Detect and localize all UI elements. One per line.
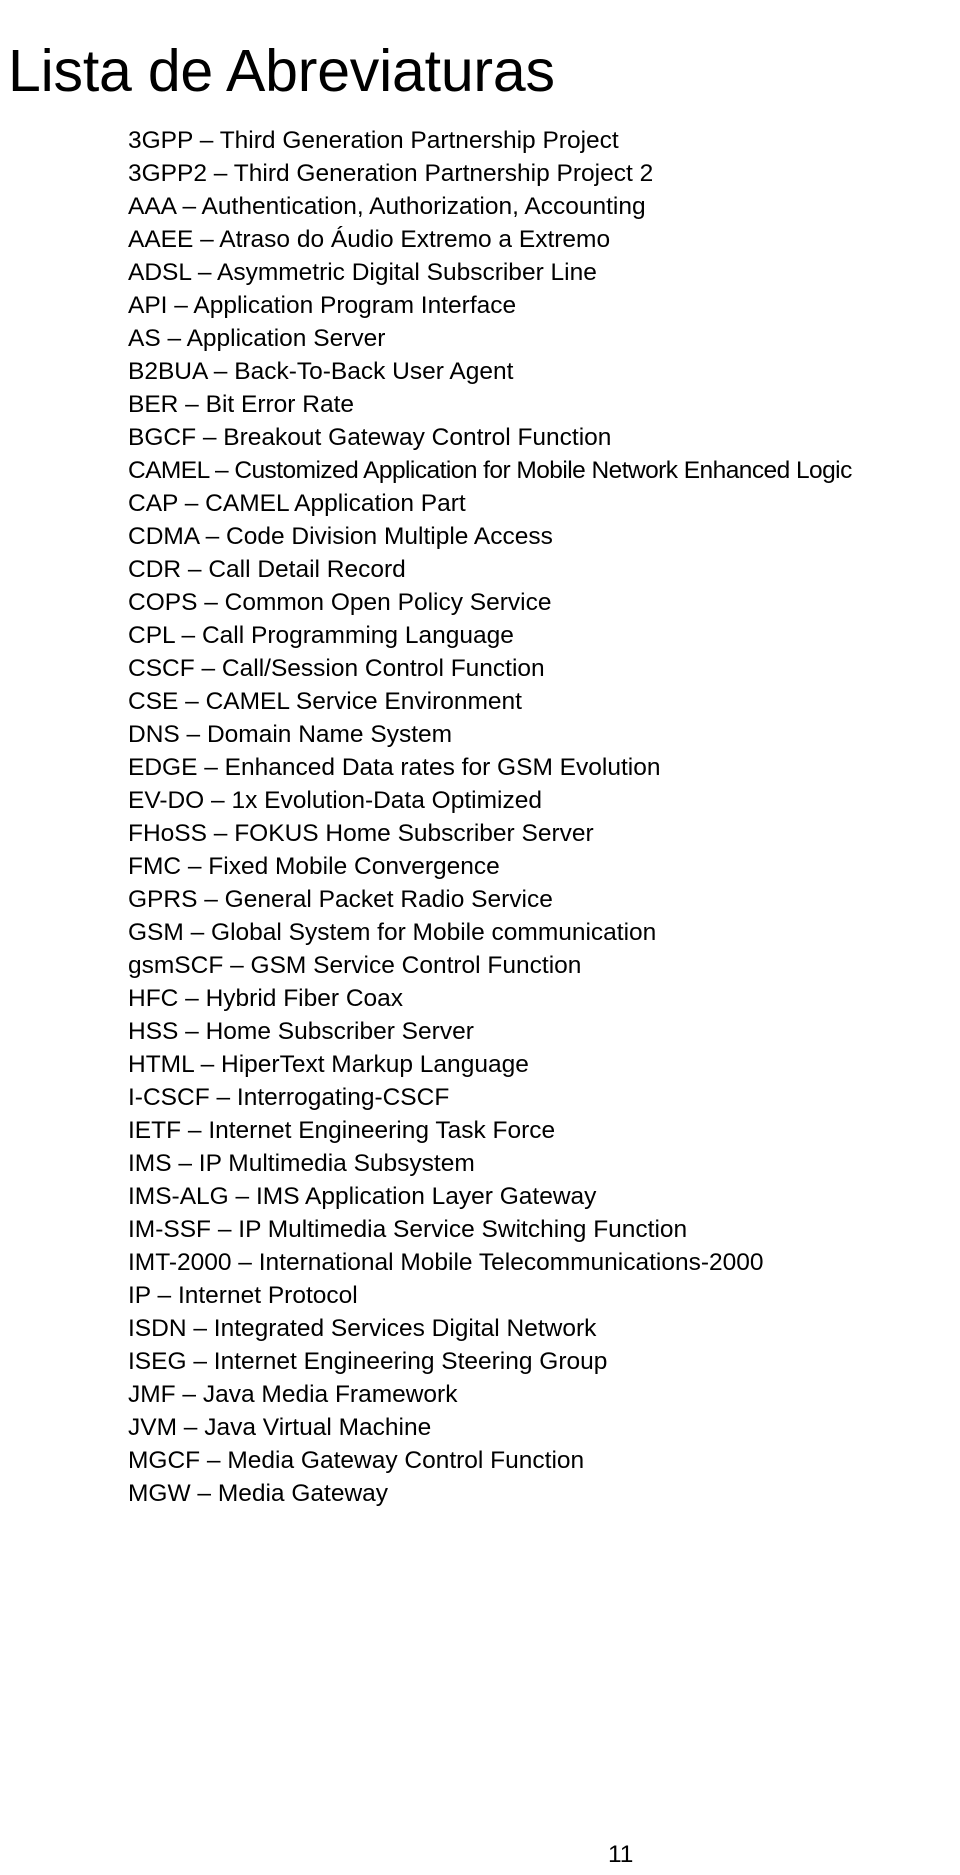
abbreviation-entry: JVM – Java Virtual Machine bbox=[128, 1414, 432, 1441]
abbreviation-entry: IMS-ALG – IMS Application Layer Gateway bbox=[128, 1183, 597, 1210]
abbreviation-entry: 3GPP2 – Third Generation Partnership Pro… bbox=[128, 160, 654, 187]
abbreviation-entry: FHoSS – FOKUS Home Subscriber Server bbox=[128, 820, 594, 847]
abbreviation-entry: ISDN – Integrated Services Digital Netwo… bbox=[128, 1315, 597, 1342]
abbreviation-entry: CDMA – Code Division Multiple Access bbox=[128, 523, 553, 550]
abbreviation-entry: HTML – HiperText Markup Language bbox=[128, 1051, 529, 1078]
abbreviation-entry: COPS – Common Open Policy Service bbox=[128, 589, 552, 616]
abbreviation-entry: CDR – Call Detail Record bbox=[128, 556, 406, 583]
abbreviation-entry: I-CSCF – Interrogating-CSCF bbox=[128, 1084, 450, 1111]
abbreviation-entry: AS – Application Server bbox=[128, 325, 386, 352]
abbreviation-entry: BER – Bit Error Rate bbox=[128, 391, 355, 418]
page-title: Lista de Abreviaturas bbox=[8, 37, 555, 104]
abbreviation-entry: GSM – Global System for Mobile communica… bbox=[128, 919, 657, 946]
abbreviation-entry: HSS – Home Subscriber Server bbox=[128, 1018, 474, 1045]
abbreviation-entry: AAA – Authentication, Authorization, Acc… bbox=[128, 193, 646, 220]
abbreviation-entry: GPRS – General Packet Radio Service bbox=[128, 886, 553, 913]
abbreviation-entry: AAEE – Atraso do Áudio Extremo a Extremo bbox=[128, 226, 611, 253]
abbreviation-entry: MGW – Media Gateway bbox=[128, 1480, 389, 1507]
abbreviation-entry: FMC – Fixed Mobile Convergence bbox=[128, 853, 500, 880]
abbreviation-entry: B2BUA – Back-To-Back User Agent bbox=[128, 358, 514, 385]
abbreviation-entry: EV-DO – 1x Evolution-Data Optimized bbox=[128, 787, 542, 814]
abbreviation-entry: JMF – Java Media Framework bbox=[128, 1381, 458, 1408]
abbreviation-entry: IP – Internet Protocol bbox=[128, 1282, 358, 1309]
abbreviation-entry: DNS – Domain Name System bbox=[128, 721, 453, 748]
abbreviation-entry: IM-SSF – IP Multimedia Service Switching… bbox=[128, 1216, 688, 1243]
abbreviation-list: 3GPP – Third Generation Partnership Proj… bbox=[128, 124, 918, 1510]
abbreviation-entry: CPL – Call Programming Language bbox=[128, 622, 514, 649]
abbreviation-entry: gsmSCF – GSM Service Control Function bbox=[128, 952, 582, 979]
abbreviation-entry: ISEG – Internet Engineering Steering Gro… bbox=[128, 1348, 608, 1375]
abbreviation-entry: ADSL – Asymmetric Digital Subscriber Lin… bbox=[128, 259, 597, 286]
abbreviation-entry: API – Application Program Interface bbox=[128, 292, 517, 319]
document-page: Lista de Abreviaturas 3GPP – Third Gener… bbox=[0, 0, 960, 1875]
abbreviation-entry: HFC – Hybrid Fiber Coax bbox=[128, 985, 404, 1012]
abbreviation-entry: CAMEL – Customized Application for Mobil… bbox=[128, 457, 852, 484]
abbreviation-entry: CSE – CAMEL Service Environment bbox=[128, 688, 522, 715]
abbreviation-entry: IMS – IP Multimedia Subsystem bbox=[128, 1150, 475, 1177]
page-number: 11 bbox=[608, 1841, 634, 1868]
abbreviation-entry: EDGE – Enhanced Data rates for GSM Evolu… bbox=[128, 754, 661, 781]
abbreviation-entry: BGCF – Breakout Gateway Control Function bbox=[128, 424, 612, 451]
abbreviation-entry: IMT-2000 – International Mobile Telecomm… bbox=[128, 1249, 764, 1276]
abbreviation-entry: MGCF – Media Gateway Control Function bbox=[128, 1447, 585, 1474]
abbreviation-entry: CAP – CAMEL Application Part bbox=[128, 490, 466, 517]
abbreviation-entry: CSCF – Call/Session Control Function bbox=[128, 655, 545, 682]
abbreviation-entry: 3GPP – Third Generation Partnership Proj… bbox=[128, 127, 619, 154]
abbreviation-entry: IETF – Internet Engineering Task Force bbox=[128, 1117, 556, 1144]
